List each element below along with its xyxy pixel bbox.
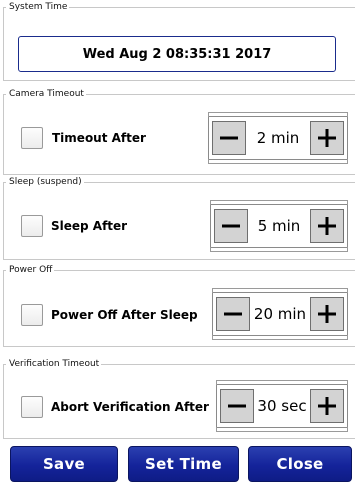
camera-timeout-value: 2 min [256, 129, 300, 147]
sleep-checkbox[interactable] [21, 215, 43, 237]
system-time-group-title: System Time [9, 2, 68, 12]
camera-timeout-label[interactable]: Timeout After [52, 131, 146, 145]
system-time-display: Wed Aug 2 08:35:31 2017 [18, 36, 336, 72]
sleep-label[interactable]: Sleep After [51, 219, 127, 233]
sleep-value: 5 min [257, 217, 301, 235]
minus-icon [228, 404, 246, 408]
verification-timeout-increment-button[interactable] [310, 389, 344, 423]
sleep-group-title: Sleep (suspend) [9, 177, 82, 187]
plus-icon [318, 305, 336, 323]
sleep-decrement-button[interactable] [214, 209, 248, 243]
sleep-stepper[interactable]: 5 min [210, 200, 348, 252]
minus-icon [220, 136, 238, 140]
camera-timeout-checkbox[interactable] [21, 127, 43, 149]
camera-timeout-decrement-button[interactable] [212, 121, 246, 155]
plus-icon [318, 217, 336, 235]
power-off-increment-button[interactable] [310, 297, 344, 331]
verification-timeout-stepper[interactable]: 30 sec [216, 380, 348, 432]
power-off-value: 20 min [253, 305, 307, 323]
minus-icon [224, 312, 242, 316]
verification-timeout-decrement-button[interactable] [220, 389, 254, 423]
set-time-button[interactable]: Set Time [128, 446, 239, 482]
sleep-increment-button[interactable] [310, 209, 344, 243]
verification-timeout-group-title: Verification Timeout [9, 359, 100, 369]
power-off-decrement-button[interactable] [216, 297, 250, 331]
close-button[interactable]: Close [248, 446, 352, 482]
power-off-checkbox[interactable] [21, 304, 43, 326]
power-off-group-title: Power Off [9, 265, 53, 275]
plus-icon [318, 397, 336, 415]
camera-timeout-increment-button[interactable] [310, 121, 344, 155]
settings-panel: System Time Wed Aug 2 08:35:31 2017 Came… [0, 0, 355, 485]
camera-timeout-stepper[interactable]: 2 min [208, 112, 348, 164]
save-button[interactable]: Save [10, 446, 118, 482]
verification-timeout-label[interactable]: Abort Verification After [51, 400, 209, 414]
power-off-label[interactable]: Power Off After Sleep [51, 308, 198, 322]
power-off-stepper[interactable]: 20 min [212, 288, 348, 340]
minus-icon [222, 224, 240, 228]
camera-timeout-group-title: Camera Timeout [9, 89, 84, 99]
plus-icon [318, 129, 336, 147]
verification-timeout-value: 30 sec [257, 397, 307, 415]
verification-timeout-checkbox[interactable] [21, 396, 43, 418]
